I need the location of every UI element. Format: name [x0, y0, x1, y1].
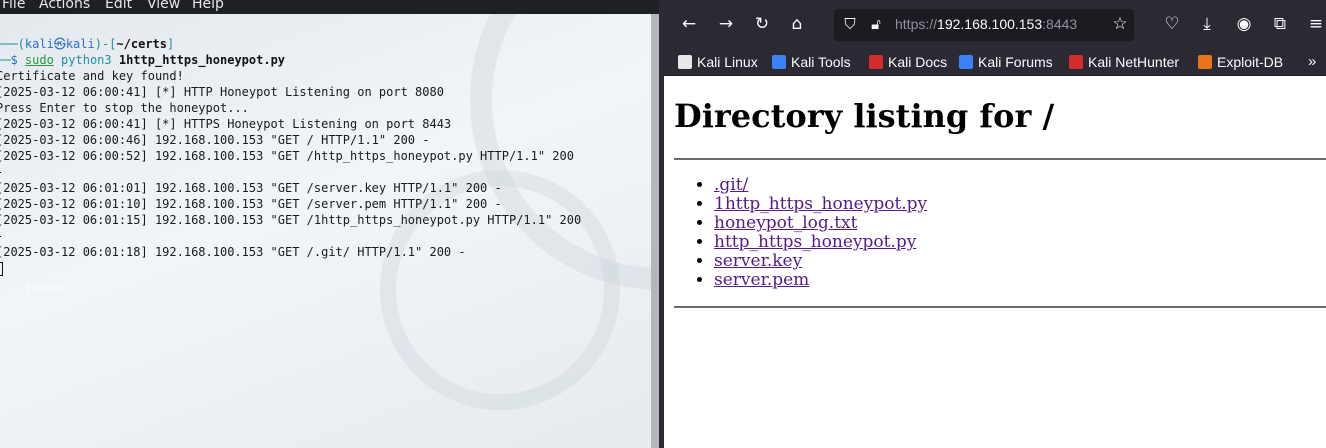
output-line: Press Enter to stop the honeypot... [0, 101, 249, 115]
lock-warning-icon[interactable]: 🔓︎ [866, 14, 886, 34]
output-line: - [0, 164, 3, 180]
output-line: [2025-03-12 06:01:10] 192.168.100.153 "G… [0, 197, 502, 211]
output-line: [2025-03-12 06:01:15] 192.168.100.153 "G… [0, 213, 582, 227]
kali-docs-icon [869, 55, 883, 69]
menu-file[interactable]: File [2, 0, 25, 12]
bookmark-kali-docs[interactable]: Kali Docs [869, 52, 947, 72]
cursor-line [0, 260, 3, 276]
list-item: 1http_https_honeypot.py [714, 195, 927, 214]
output-line: [2025-03-12 06:00:46] 192.168.100.153 "G… [0, 133, 430, 147]
kali-dragon-icon [678, 55, 692, 69]
menu-view[interactable]: View [147, 0, 180, 12]
list-item: honeypot_log.txt [714, 214, 927, 233]
terminal-output[interactable]: ┌──(kali㉿kali)-[~/certs] └─$ sudo python… [0, 36, 581, 276]
url-bar[interactable]: ⛉ 🔓︎ https://192.168.100.153:8443 [834, 9, 1134, 41]
file-link[interactable]: .git/ [714, 175, 748, 195]
bookmark-kali-nethunter[interactable]: Kali NetHunter [1069, 52, 1179, 72]
output-line: [2025-03-12 06:01:18] 192.168.100.153 "G… [0, 245, 466, 259]
bookmark-kali-tools[interactable]: Kali Tools [772, 52, 851, 72]
divider-top [674, 158, 1326, 160]
kali-nethunter-icon [1069, 55, 1083, 69]
prompt-user: kali [24, 37, 54, 51]
browser-window: ← → ↻ ⌂ ⛉ 🔓︎ https://192.168.100.153:844… [664, 0, 1326, 448]
output-line: - [0, 228, 3, 244]
output-line: [2025-03-12 06:00:52] 192.168.100.153 "G… [0, 149, 574, 163]
terminal-menubar: File Actions Edit View Help [0, 0, 664, 14]
exploit-db-icon [1198, 55, 1212, 69]
list-item: .git/ [714, 176, 927, 195]
url-text[interactable]: https://192.168.100.153:8443 [895, 16, 1077, 32]
home-icon[interactable]: ⌂ [785, 12, 809, 36]
forward-arrow-icon[interactable]: → [714, 12, 738, 36]
bookmarks-overflow-icon[interactable]: » [1308, 52, 1316, 72]
wallpaper-text: Home [26, 281, 65, 296]
bookmarks-toolbar: Kali Linux Kali Tools Kali Docs Kali For… [664, 48, 1326, 76]
terminal-window: Home File Actions Edit View Help ┌──(kal… [0, 0, 664, 448]
shield-icon[interactable]: ⛉ [840, 14, 860, 34]
prompt-line-2: └─$ sudo python3 1http_https_honeypot.py [0, 53, 286, 67]
output-line: [2025-03-12 06:00:41] [*] HTTPS Honeypot… [0, 117, 452, 131]
account-icon[interactable]: ◉ [1232, 12, 1256, 36]
bookmark-exploit-db[interactable]: Exploit-DB [1198, 52, 1283, 72]
file-link[interactable]: honeypot_log.txt [714, 213, 857, 233]
bookmark-star-icon[interactable]: ☆ [1108, 12, 1132, 36]
back-arrow-icon[interactable]: ← [677, 12, 701, 36]
menu-actions[interactable]: Actions [39, 0, 90, 12]
pocket-icon[interactable]: ♡ [1160, 12, 1184, 36]
file-link[interactable]: 1http_https_honeypot.py [714, 194, 927, 214]
prompt-path: ~/certs [116, 37, 167, 51]
kali-tools-icon [772, 55, 786, 69]
file-link[interactable]: http_https_honeypot.py [714, 232, 916, 252]
kali-forums-icon [959, 55, 973, 69]
list-item: http_https_honeypot.py [714, 233, 927, 252]
menu-help[interactable]: Help [192, 0, 224, 12]
bookmark-kali-forums[interactable]: Kali Forums [959, 52, 1053, 72]
output-line: Certificate and key found! [0, 69, 184, 83]
reload-icon[interactable]: ↻ [750, 12, 774, 36]
menu-hamburger-icon[interactable]: ≡ [1304, 12, 1326, 36]
prompt-line-1: ┌──(kali㉿kali)-[~/certs] [0, 37, 175, 51]
list-item: server.pem [714, 271, 927, 290]
menu-edit[interactable]: Edit [105, 0, 132, 12]
extensions-icon[interactable]: ⧉ [1268, 12, 1292, 36]
output-line: [2025-03-12 06:01:01] 192.168.100.153 "G… [0, 181, 502, 195]
divider-bottom [674, 306, 1326, 308]
page-title: Directory listing for / [674, 97, 1055, 135]
bookmark-kali-linux[interactable]: Kali Linux [678, 52, 758, 72]
file-link[interactable]: server.key [714, 251, 802, 271]
output-line: [2025-03-12 06:00:41] [*] HTTP Honeypot … [0, 85, 444, 99]
terminal-scrollbar[interactable] [651, 14, 659, 448]
terminal-cursor [0, 261, 3, 276]
file-link[interactable]: server.pem [714, 270, 809, 290]
browser-toolbar: ← → ↻ ⌂ ⛉ 🔓︎ https://192.168.100.153:844… [664, 0, 1326, 48]
file-list: .git/ 1http_https_honeypot.py honeypot_l… [714, 176, 927, 290]
cmd-file: 1http_https_honeypot.py [118, 53, 286, 67]
prompt-host: kali [65, 37, 95, 51]
downloads-icon[interactable]: ⤓ [1195, 12, 1219, 36]
cmd-sudo: sudo [24, 53, 54, 67]
list-item: server.key [714, 252, 927, 271]
page-content: Directory listing for / .git/ 1http_http… [664, 77, 1326, 448]
cmd-python: python3 [61, 53, 112, 67]
